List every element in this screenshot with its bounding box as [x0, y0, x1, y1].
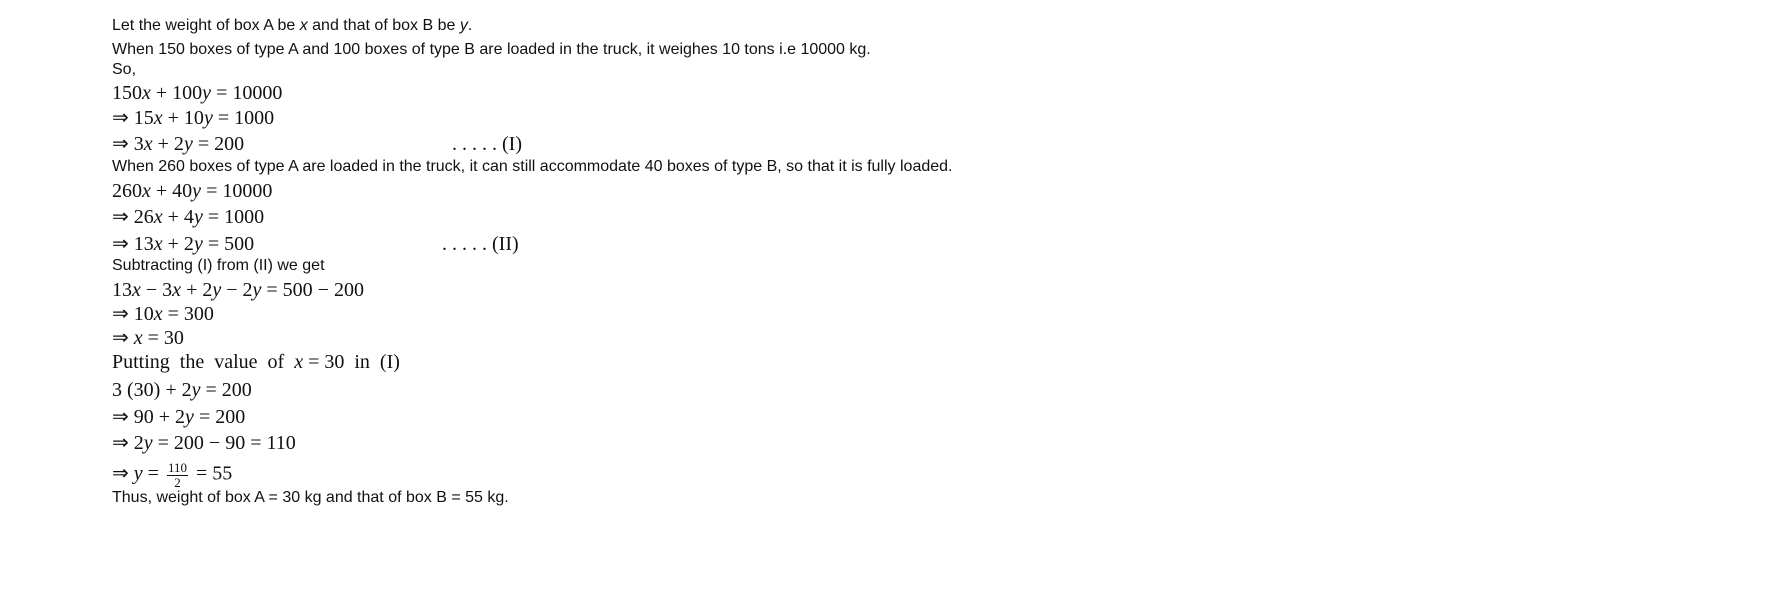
equation-line: 150x + 100y = 10000	[112, 83, 282, 103]
text-segment: ⇒ 15	[112, 107, 154, 129]
variable: x	[172, 279, 182, 301]
variable: y	[193, 206, 203, 228]
variable: x	[153, 107, 163, 129]
variable: x	[142, 82, 151, 104]
text-segment: = 30	[142, 327, 184, 349]
text-segment: When 260 boxes of type A are loaded in t…	[112, 158, 953, 175]
variable: x	[132, 279, 141, 301]
text-segment: ⇒ 2	[112, 432, 144, 454]
text-segment: + 2	[162, 233, 194, 255]
variable: y	[203, 107, 213, 129]
variable: x	[133, 327, 143, 349]
text-segment: = 500 − 200	[261, 279, 364, 301]
equation-line: ⇒ 2y = 200 − 90 = 110	[112, 433, 296, 453]
variable: y	[191, 379, 201, 401]
text-segment: 3 (30) + 2	[112, 379, 192, 401]
variable: x	[153, 206, 163, 228]
text-segment: Subtracting (I) from (II) we get	[112, 257, 325, 274]
text-segment: 260	[112, 180, 142, 202]
text-segment: So,	[112, 61, 137, 78]
text-segment: = 200	[193, 406, 246, 428]
variable: y	[143, 432, 153, 454]
text-segment: ⇒ 3	[112, 133, 144, 155]
text-segment: ⇒ 13	[112, 233, 154, 255]
text-segment: ⇒ 26	[112, 206, 154, 228]
text-segment: + 2	[181, 279, 213, 301]
text-segment: = 1000	[202, 206, 265, 228]
text-segment: ⇒	[112, 462, 134, 485]
equation-line: ⇒ 3x + 2y = 200 . . . . . (I)	[112, 133, 522, 155]
text-line: Subtracting (I) from (II) we get	[112, 258, 325, 274]
denominator: 2	[174, 474, 181, 490]
text-segment: = 55	[190, 462, 233, 485]
text-segment: Putting the value of	[112, 351, 295, 373]
variable: x	[153, 303, 163, 325]
variable: x	[294, 351, 304, 373]
variable: y	[192, 180, 202, 202]
text-segment: − 2	[221, 279, 253, 301]
equation-line: ⇒ x = 30	[112, 328, 184, 348]
variable: x	[299, 17, 308, 34]
variable: y	[202, 82, 212, 104]
numerator: 110	[166, 460, 188, 476]
text-segment: 150	[112, 82, 142, 104]
text-segment: Let the weight of box A be	[112, 17, 300, 34]
equation-line: ⇒ 13x + 2y = 500 . . . . . (II)	[112, 233, 519, 255]
text-line: Thus, weight of box A = 30 kg and that o…	[112, 490, 509, 506]
variable: y	[133, 462, 143, 485]
variable: y	[185, 406, 194, 428]
text-segment: = 500	[202, 233, 255, 255]
text-segment: − 3	[140, 279, 173, 301]
text-line: So,	[112, 62, 136, 78]
text-segment: Thus, weight of box A = 30 kg and that o…	[112, 489, 509, 506]
fraction: 110 2	[166, 460, 188, 490]
variable: y	[212, 279, 222, 301]
variable: x	[143, 133, 153, 155]
variable: x	[142, 180, 151, 202]
text-segment: = 30 in (I)	[303, 351, 400, 373]
text-line: Let the weight of box A be x and that of…	[112, 18, 472, 34]
text-segment: = 10000	[201, 180, 273, 202]
text-segment: = 300	[162, 303, 214, 325]
variable: y	[459, 17, 468, 34]
equation-line: 13x − 3x + 2y − 2y = 500 − 200	[112, 280, 364, 300]
text-segment: = 10000	[211, 82, 283, 104]
text-segment: = 200 − 90 = 110	[152, 432, 296, 454]
text-segment: ⇒ 90 + 2	[112, 406, 186, 428]
text-segment: 13	[112, 279, 132, 301]
equation-line: ⇒ 10x = 300	[112, 304, 214, 324]
equation-line: ⇒ 26x + 4y = 1000	[112, 207, 264, 227]
equation-line: 3 (30) + 2y = 200	[112, 380, 252, 400]
equation-label: . . . . . (II)	[442, 233, 519, 255]
text-segment: + 10	[162, 107, 204, 129]
variable: y	[183, 133, 193, 155]
equation-label: . . . . . (I)	[452, 133, 522, 155]
text-segment: = 200	[200, 379, 252, 401]
text-segment: When 150 boxes of type A and 100 boxes o…	[112, 41, 871, 58]
text-segment: ⇒ 10	[112, 303, 154, 325]
equation-line: ⇒ 90 + 2y = 200	[112, 407, 245, 427]
text-segment: =	[142, 462, 164, 485]
equation-line: 260x + 40y = 10000	[112, 181, 272, 201]
text-segment: + 2	[152, 133, 184, 155]
text-segment: + 4	[162, 206, 194, 228]
text-segment: = 200	[192, 133, 245, 155]
variable: y	[193, 233, 203, 255]
text-segment: + 40	[150, 180, 193, 202]
text-segment: = 1000	[212, 107, 275, 129]
text-segment: and that of box B be	[307, 17, 460, 34]
equation-line: Putting the value of x = 30 in (I)	[112, 352, 400, 372]
text-line: When 260 boxes of type A are loaded in t…	[112, 159, 952, 175]
text-segment: ⇒	[112, 327, 134, 349]
equation-line: ⇒ 15x + 10y = 1000	[112, 108, 274, 128]
text-line: When 150 boxes of type A and 100 boxes o…	[112, 42, 871, 58]
equation-line: ⇒ y = 110 2 = 55	[112, 461, 232, 489]
text-segment: .	[467, 17, 473, 34]
variable: x	[153, 233, 163, 255]
text-segment: + 100	[150, 82, 203, 104]
